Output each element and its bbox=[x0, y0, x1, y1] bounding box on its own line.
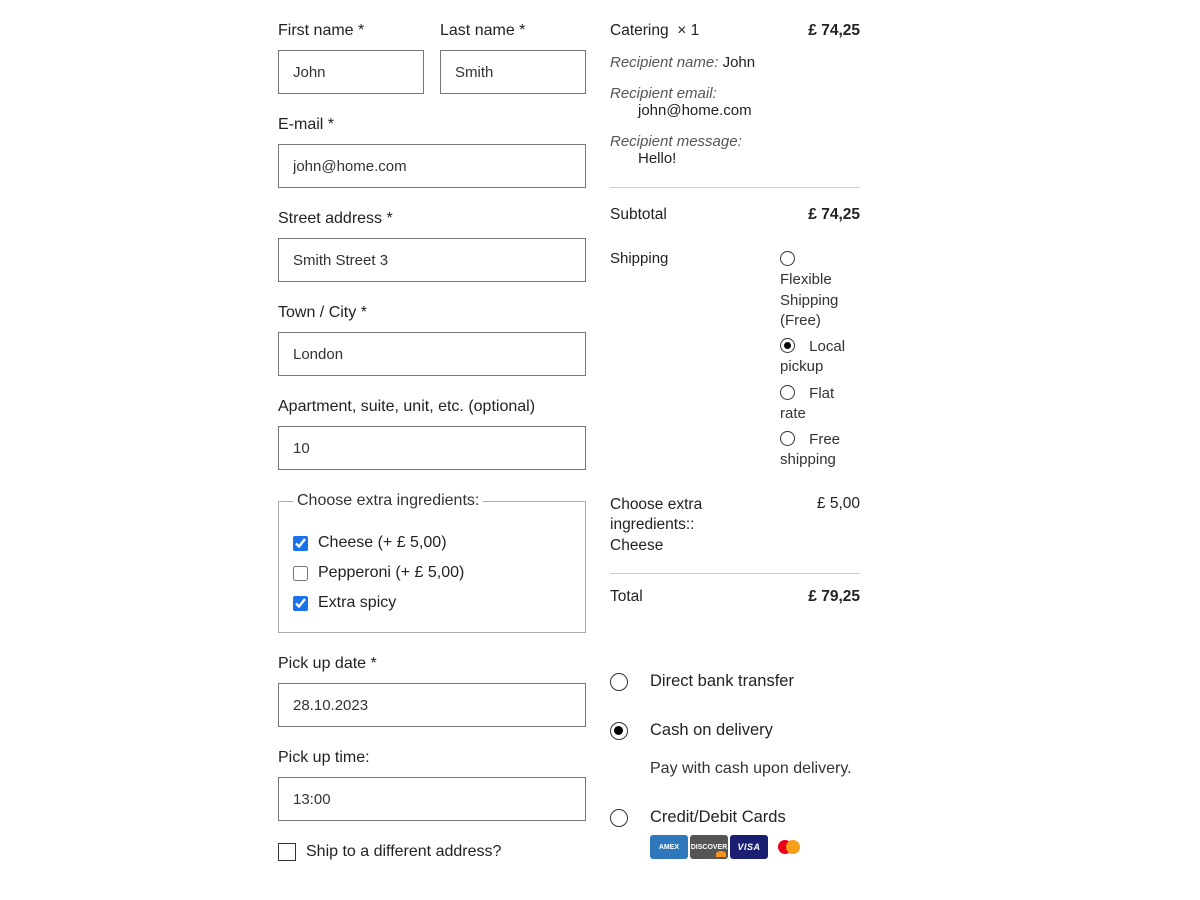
payment-desc: Pay with cash upon delivery. bbox=[650, 760, 852, 778]
radio-icon[interactable] bbox=[610, 673, 628, 691]
payment-option-cod[interactable]: Cash on delivery Pay with cash upon deli… bbox=[610, 721, 860, 778]
extra-option-pepperoni[interactable]: Pepperoni (+ £ 5,00) bbox=[293, 554, 571, 584]
radio-icon[interactable] bbox=[780, 431, 795, 446]
shipping-options: Flexible Shipping (Free) Local pickup Fl… bbox=[780, 250, 860, 477]
city-input[interactable] bbox=[278, 332, 586, 376]
payment-option-bank[interactable]: Direct bank transfer bbox=[610, 672, 860, 691]
city-label: Town / City bbox=[278, 304, 586, 322]
recipient-msg-label: Recipient message: bbox=[610, 133, 860, 150]
discover-icon: DISCOVER bbox=[690, 835, 728, 859]
total-value: £ 79,25 bbox=[808, 588, 860, 606]
radio-icon[interactable] bbox=[780, 338, 795, 353]
email-label: E-mail bbox=[278, 116, 586, 134]
recipient-name-value: John bbox=[723, 54, 756, 71]
extras-summary-price: £ 5,00 bbox=[817, 495, 860, 513]
extras-fieldset: Choose extra ingredients: Cheese (+ £ 5,… bbox=[278, 492, 586, 633]
pickup-date-label: Pick up date bbox=[278, 655, 586, 673]
extras-legend: Choose extra ingredients: bbox=[293, 492, 483, 510]
shipping-option[interactable]: Flat rate bbox=[780, 384, 860, 425]
extra-option-spicy[interactable]: Extra spicy bbox=[293, 584, 571, 614]
subtotal-value: £ 74,25 bbox=[808, 206, 860, 224]
recipient-msg-value: Hello! bbox=[610, 150, 860, 167]
radio-icon[interactable] bbox=[780, 251, 795, 266]
pickup-time-label: Pick up time: bbox=[278, 749, 586, 767]
extra-option-cheese[interactable]: Cheese (+ £ 5,00) bbox=[293, 524, 571, 554]
shipping-option[interactable]: Local pickup bbox=[780, 337, 860, 378]
apt-input[interactable] bbox=[278, 426, 586, 470]
extra-checkbox[interactable] bbox=[293, 566, 308, 581]
pickup-date-input[interactable] bbox=[278, 683, 586, 727]
radio-icon[interactable] bbox=[610, 809, 628, 827]
visa-icon: VISA bbox=[730, 835, 768, 859]
extra-checkbox[interactable] bbox=[293, 536, 308, 551]
shipping-option[interactable]: Free shipping bbox=[780, 430, 860, 471]
order-summary: Catering × 1 £ 74,25 Recipient name: Joh… bbox=[610, 22, 860, 861]
total-label: Total bbox=[610, 588, 643, 606]
mastercard-icon bbox=[770, 835, 808, 859]
first-name-input[interactable] bbox=[278, 50, 424, 94]
last-name-input[interactable] bbox=[440, 50, 586, 94]
recipient-name-label: Recipient name: bbox=[610, 54, 718, 71]
payment-methods: Direct bank transfer Cash on delivery Pa… bbox=[610, 672, 860, 859]
amex-icon: AMEX bbox=[650, 835, 688, 859]
extra-checkbox[interactable] bbox=[293, 596, 308, 611]
card-logos: AMEX DISCOVER VISA bbox=[650, 835, 808, 859]
subtotal-label: Subtotal bbox=[610, 206, 667, 224]
ship-different-checkbox[interactable]: Ship to a different address? bbox=[278, 843, 586, 861]
payment-option-card[interactable]: Credit/Debit Cards AMEX DISCOVER VISA bbox=[610, 808, 860, 859]
checkbox-icon[interactable] bbox=[278, 843, 296, 861]
recipient-email-value: john@home.com bbox=[610, 102, 860, 119]
email-input[interactable] bbox=[278, 144, 586, 188]
pickup-time-input[interactable] bbox=[278, 777, 586, 821]
apt-label: Apartment, suite, unit, etc. (optional) bbox=[278, 398, 586, 416]
billing-form: First name Last name E-mail Street addre… bbox=[278, 22, 586, 861]
first-name-label: First name bbox=[278, 22, 424, 40]
shipping-label: Shipping bbox=[610, 250, 668, 267]
street-input[interactable] bbox=[278, 238, 586, 282]
extras-summary-label: Choose extra ingredients:: Cheese bbox=[610, 495, 750, 558]
last-name-label: Last name bbox=[440, 22, 586, 40]
street-label: Street address bbox=[278, 210, 586, 228]
radio-icon[interactable] bbox=[610, 722, 628, 740]
summary-item-name: Catering × 1 bbox=[610, 22, 699, 40]
recipient-email-label: Recipient email: bbox=[610, 85, 860, 102]
summary-item-price: £ 74,25 bbox=[808, 22, 860, 40]
radio-icon[interactable] bbox=[780, 385, 795, 400]
shipping-option[interactable]: Flexible Shipping (Free) bbox=[780, 250, 860, 331]
